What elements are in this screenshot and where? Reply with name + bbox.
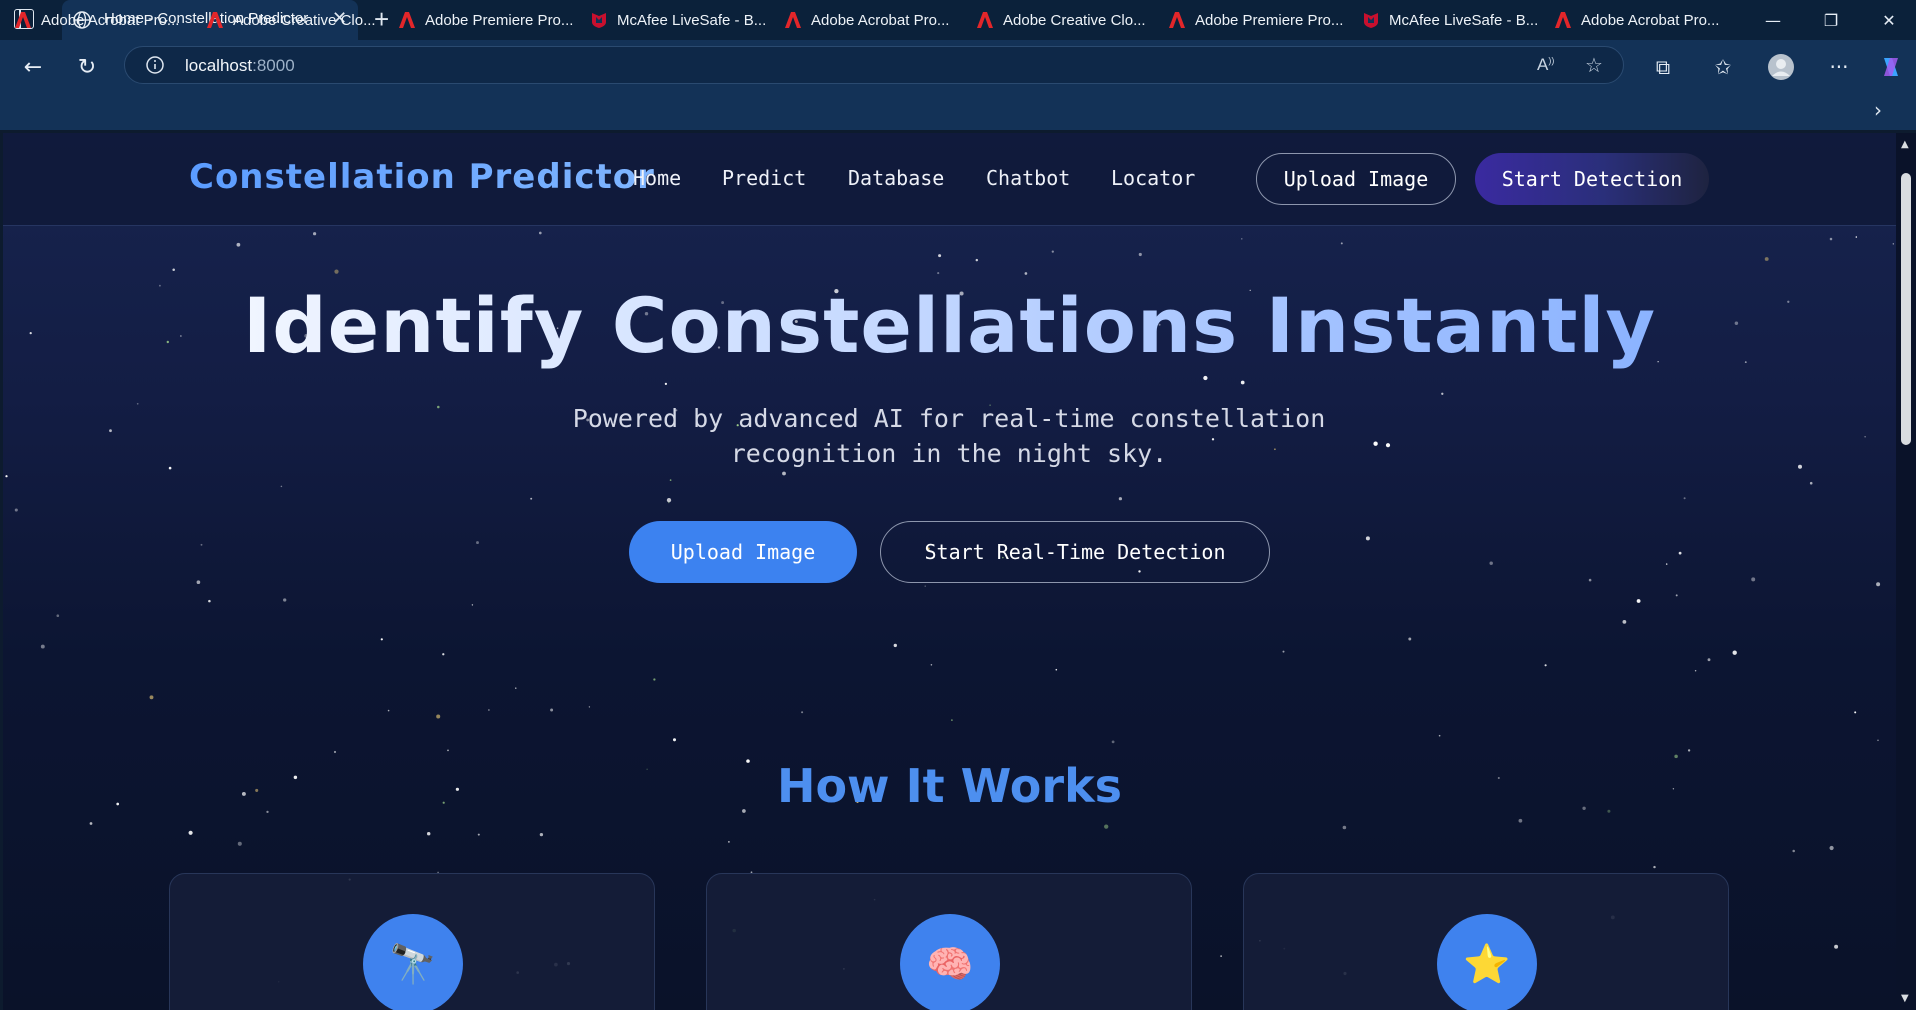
bookmark-item[interactable]: McAfee LiveSafe - B...: [1362, 10, 1538, 30]
site-navbar: Constellation Predictor Home Predict Dat…: [3, 133, 1896, 226]
hero-subtitle: Powered by advanced AI for real-time con…: [572, 404, 1326, 468]
hero-title: Identify Constellations Instantly: [3, 281, 1896, 370]
bookmark-item[interactable]: Adobe Acrobat Pro...: [784, 10, 949, 30]
profile-avatar[interactable]: [1766, 52, 1796, 82]
mcafee-icon: [1364, 13, 1378, 28]
start-realtime-detection-button[interactable]: Start Real-Time Detection: [880, 521, 1270, 583]
back-icon[interactable]: ←: [18, 52, 48, 82]
adobe-icon: [977, 12, 993, 28]
feature-card: 🧠: [706, 873, 1192, 1010]
bookmark-item[interactable]: Adobe Premiere Pro...: [398, 10, 573, 30]
more-options-icon[interactable]: ···: [1824, 52, 1854, 82]
how-it-works-title: How It Works: [776, 759, 1123, 813]
bookmark-item[interactable]: Adobe Acrobat Pro...: [1554, 10, 1719, 30]
nav-start-detection-button[interactable]: Start Detection: [1475, 153, 1709, 205]
bookmarks-overflow-icon[interactable]: ›: [1874, 98, 1882, 122]
scroll-up-icon[interactable]: ▲: [1901, 139, 1909, 150]
restore-icon[interactable]: ❐: [1802, 0, 1860, 40]
bookmark-item[interactable]: Adobe Creative Clo...: [206, 10, 376, 30]
new-tab-icon[interactable]: +: [374, 4, 389, 35]
page-viewport: Constellation Predictor Home Predict Dat…: [3, 133, 1896, 1010]
nav-database[interactable]: Database: [848, 166, 944, 190]
brain-icon: 🧠: [900, 914, 1000, 1010]
info-icon[interactable]: [145, 55, 165, 75]
adobe-icon: [207, 12, 223, 28]
minimize-icon[interactable]: —: [1744, 0, 1802, 40]
adobe-icon: [15, 12, 31, 28]
bookmark-item[interactable]: Adobe Acrobat Pro...: [14, 10, 179, 30]
nav-locator[interactable]: Locator: [1111, 166, 1195, 190]
bookmark-item[interactable]: Adobe Premiere Pro...: [1168, 10, 1343, 30]
favorites-icon[interactable]: ✩: [1708, 52, 1738, 82]
bookmarks-bar: [0, 90, 1916, 130]
refresh-icon[interactable]: ↻: [72, 52, 102, 82]
read-aloud-icon[interactable]: A)): [1537, 55, 1554, 75]
url-text: localhost:8000: [185, 56, 295, 75]
adobe-icon: [785, 12, 801, 28]
bookmark-item[interactable]: McAfee LiveSafe - B...: [590, 10, 766, 30]
close-window-icon[interactable]: ✕: [1860, 0, 1916, 40]
nav-home[interactable]: Home: [633, 166, 681, 190]
extensions-icon[interactable]: ⧉: [1648, 52, 1678, 82]
telescope-icon: 🔭: [363, 914, 463, 1010]
address-bar[interactable]: localhost:8000 A)) ☆: [124, 46, 1624, 84]
avatar-icon: [1768, 54, 1794, 80]
nav-chatbot[interactable]: Chatbot: [986, 166, 1070, 190]
adobe-icon: [399, 12, 415, 28]
bookmark-item[interactable]: Adobe Creative Clo...: [976, 10, 1146, 30]
adobe-icon: [1555, 12, 1571, 28]
mcafee-icon: [592, 13, 606, 28]
scroll-down-icon[interactable]: ▼: [1901, 993, 1909, 1004]
feature-card: 🔭: [169, 873, 655, 1010]
nav-predict[interactable]: Predict: [722, 166, 806, 190]
star-icon: ⭐: [1437, 914, 1537, 1010]
site-brand[interactable]: Constellation Predictor: [189, 157, 655, 197]
feature-card: ⭐: [1243, 873, 1729, 1010]
copilot-icon[interactable]: [1876, 52, 1906, 82]
nav-upload-button[interactable]: Upload Image: [1256, 153, 1456, 205]
page-scrollbar[interactable]: ▲ ▼: [1896, 133, 1916, 1010]
upload-image-button[interactable]: Upload Image: [629, 521, 857, 583]
favorite-star-icon[interactable]: ☆: [1585, 53, 1603, 78]
scrollbar-thumb[interactable]: [1901, 173, 1911, 445]
adobe-icon: [1169, 12, 1185, 28]
